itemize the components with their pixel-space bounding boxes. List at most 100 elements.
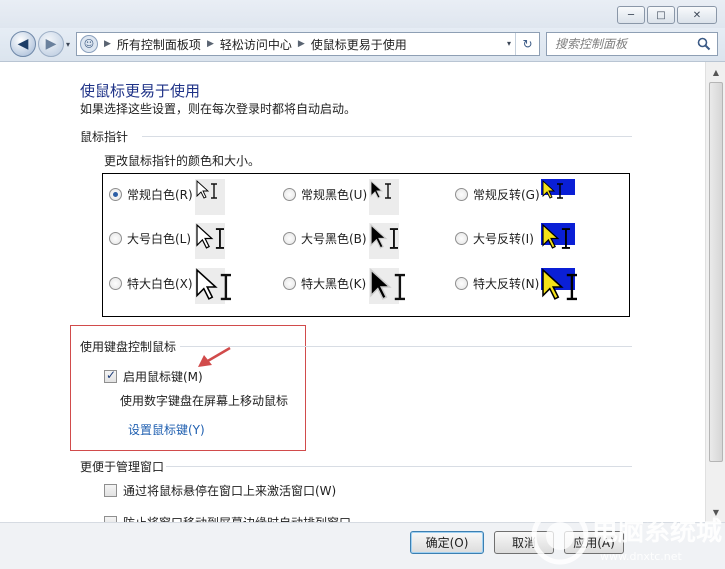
pointer-scheme-option[interactable]: 大号白色(L) — [109, 230, 191, 247]
breadcrumb-separator-icon[interactable]: ▶ — [104, 39, 111, 49]
cancel-button[interactable]: 取消 — [494, 531, 554, 554]
pointer-scheme-option[interactable]: 常规白色(R) — [109, 186, 193, 203]
pointer-scheme-label[interactable]: 大号反转(I) — [473, 230, 534, 247]
close-button[interactable]: ✕ — [677, 6, 717, 24]
pointer-arrow-and-ibeam-icon — [370, 268, 406, 301]
breadcrumb-current-page[interactable]: 使鼠标更易于使用 — [311, 36, 407, 53]
apply-button[interactable]: 应用(A) — [564, 531, 624, 554]
pointer-scheme-option[interactable]: 特大反转(N) — [455, 275, 539, 292]
pointer-scheme-label[interactable]: 常规黑色(U) — [301, 186, 367, 203]
pointer-scheme-radio[interactable] — [109, 188, 122, 201]
pointer-scheme-radio[interactable] — [283, 277, 296, 290]
activate-on-hover-checkbox[interactable] — [104, 484, 117, 497]
search-box[interactable] — [546, 32, 718, 56]
pointer-preview — [369, 268, 406, 304]
pointer-arrow-and-ibeam-icon — [196, 179, 217, 199]
forward-arrow-icon: ▶ — [45, 36, 57, 52]
address-bar[interactable]: ☺ ▶ 所有控制面板项 ▶ 轻松访问中心 ▶ 使鼠标更易于使用 ▾ ↻ — [76, 32, 540, 56]
scroll-down-arrow-icon[interactable]: ▼ — [708, 504, 724, 520]
pointer-scheme-label[interactable]: 特大黑色(K) — [301, 275, 366, 292]
forward-button[interactable]: ▶ — [38, 31, 64, 57]
red-arrow-annotation-icon — [198, 346, 231, 367]
ease-of-access-icon: ☺ — [80, 35, 98, 53]
pointer-scheme-group: 常规白色(R) 常规黑色(U) 常规反转(G) 大号白色(L) 大号黑色(B) 大号反转(… — [102, 173, 630, 317]
scroll-up-arrow-icon[interactable]: ▲ — [708, 64, 724, 80]
search-input[interactable] — [555, 37, 693, 51]
navigation-bar: ◀ ▶ ▾ ☺ ▶ 所有控制面板项 ▶ 轻松访问中心 ▶ 使鼠标更易于使用 ▾ … — [0, 28, 725, 62]
section-divider — [166, 466, 632, 467]
prevent-auto-arrange-label[interactable]: 防止将窗口移动到屏幕边缘时自动排列窗口 — [123, 514, 351, 522]
breadcrumb-separator-icon[interactable]: ▶ — [207, 39, 214, 49]
enable-mousekeys-label[interactable]: 启用鼠标键(M) — [123, 368, 203, 385]
page-title: 使鼠标更易于使用 — [80, 82, 201, 100]
pointer-scheme-label[interactable]: 大号黑色(B) — [301, 230, 367, 247]
pointer-scheme-radio[interactable] — [109, 277, 122, 290]
pointer-arrow-and-ibeam-icon — [370, 179, 391, 199]
pointer-scheme-label[interactable]: 大号白色(L) — [127, 230, 191, 247]
pointer-scheme-option[interactable]: 特大黑色(K) — [283, 275, 366, 292]
dialog-button-bar: 确定(O) 取消 应用(A) — [0, 522, 725, 569]
pointer-scheme-option[interactable]: 常规反转(G) — [455, 186, 540, 203]
pointer-preview — [541, 223, 575, 249]
address-history-dropdown-icon[interactable]: ▾ — [507, 39, 511, 48]
section-heading-pointers: 鼠标指针 — [80, 130, 129, 144]
maximize-button[interactable]: □ — [647, 6, 675, 24]
pointer-scheme-label[interactable]: 特大白色(X) — [127, 275, 193, 292]
breadcrumb-separator-icon[interactable]: ▶ — [298, 39, 305, 49]
minimize-button[interactable]: ─ — [617, 6, 645, 24]
section-divider — [180, 346, 632, 347]
breadcrumb-all-control-panel-items[interactable]: 所有控制面板项 — [117, 36, 201, 53]
pointer-arrow-and-ibeam-icon — [196, 223, 225, 249]
pointer-scheme-radio[interactable] — [455, 188, 468, 201]
pointer-arrow-and-ibeam-icon — [542, 179, 563, 199]
refresh-button[interactable]: ↻ — [515, 33, 539, 55]
pointer-scheme-option[interactable]: 大号反转(I) — [455, 230, 534, 247]
mousekeys-description: 使用数字键盘在屏幕上移动鼠标 — [120, 394, 289, 408]
scrollbar-thumb[interactable] — [709, 82, 723, 462]
pointer-preview — [541, 179, 575, 199]
pointer-arrow-and-ibeam-icon — [542, 268, 578, 301]
window-controls: ─ □ ✕ — [617, 6, 717, 24]
pointer-scheme-option[interactable]: 大号黑色(B) — [283, 230, 367, 247]
pointer-scheme-label[interactable]: 特大反转(N) — [473, 275, 539, 292]
search-icon[interactable] — [697, 37, 711, 51]
refresh-icon: ↻ — [522, 37, 533, 51]
control-panel-window: ─ □ ✕ ◀ ▶ ▾ ☺ ▶ 所有控制面板项 ▶ 轻松访问中心 ▶ 使鼠标更易… — [0, 0, 725, 569]
back-button[interactable]: ◀ — [10, 31, 36, 57]
back-arrow-icon: ◀ — [17, 36, 29, 52]
enable-mousekeys-checkbox-row[interactable]: 启用鼠标键(M) — [104, 368, 203, 385]
pointer-preview — [195, 179, 225, 215]
pointer-scheme-radio[interactable] — [283, 232, 296, 245]
pointer-preview — [195, 223, 225, 259]
prevent-auto-arrange-checkbox-row[interactable]: 防止将窗口移动到屏幕边缘时自动排列窗口 — [104, 514, 351, 522]
enable-mousekeys-checkbox[interactable] — [104, 368, 117, 383]
pointer-scheme-option[interactable]: 特大白色(X) — [109, 275, 193, 292]
pointer-section-description: 更改鼠标指针的颜色和大小。 — [104, 154, 261, 168]
content-pane: 使鼠标更易于使用 如果选择这些设置，则在每次登录时都将自动启动。 鼠标指针 更改… — [0, 62, 705, 522]
activate-on-hover-checkbox-row[interactable]: 通过将鼠标悬停在窗口上来激活窗口(W) — [104, 482, 336, 499]
breadcrumb-ease-of-access-center[interactable]: 轻松访问中心 — [220, 36, 292, 53]
title-bar: ─ □ ✕ — [0, 0, 725, 28]
page-subtitle: 如果选择这些设置，则在每次登录时都将自动启动。 — [80, 102, 357, 116]
pointer-preview — [195, 268, 232, 304]
pointer-preview — [369, 179, 399, 215]
section-heading-keyboard-mouse: 使用键盘控制鼠标 — [80, 340, 177, 354]
pointer-scheme-option[interactable]: 常规黑色(U) — [283, 186, 367, 203]
pointer-arrow-and-ibeam-icon — [196, 268, 232, 301]
pointer-scheme-radio[interactable] — [283, 188, 296, 201]
pointer-scheme-label[interactable]: 常规反转(G) — [473, 186, 540, 203]
pointer-preview — [369, 223, 399, 259]
setup-mousekeys-link[interactable]: 设置鼠标键(Y) — [128, 421, 205, 438]
pointer-preview — [541, 268, 578, 301]
ok-button[interactable]: 确定(O) — [410, 531, 484, 554]
pointer-arrow-and-ibeam-icon — [370, 223, 399, 249]
vertical-scrollbar[interactable]: ▲ ▼ — [705, 62, 725, 522]
activate-on-hover-label[interactable]: 通过将鼠标悬停在窗口上来激活窗口(W) — [123, 482, 336, 499]
pointer-scheme-radio[interactable] — [455, 277, 468, 290]
pointer-scheme-label[interactable]: 常规白色(R) — [127, 186, 193, 203]
pointer-scheme-radio[interactable] — [109, 232, 122, 245]
section-divider — [142, 136, 632, 137]
section-heading-window-management: 更便于管理窗口 — [80, 460, 165, 474]
recent-pages-dropdown-icon[interactable]: ▾ — [66, 40, 70, 49]
pointer-scheme-radio[interactable] — [455, 232, 468, 245]
